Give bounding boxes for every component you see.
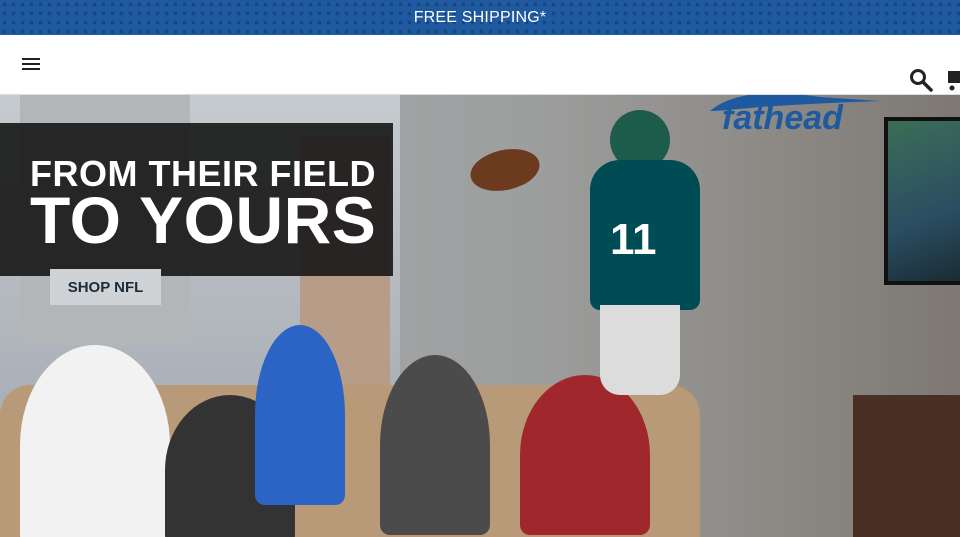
cabinet	[853, 395, 960, 537]
site-header	[0, 35, 960, 95]
cart-icon[interactable]	[946, 68, 960, 92]
search-icon[interactable]	[909, 68, 933, 92]
player-decal: 11	[560, 105, 730, 525]
headline-line2: TO YOURS	[30, 183, 377, 257]
jersey-number: 11	[610, 215, 657, 264]
hamburger-menu-icon[interactable]	[22, 58, 40, 72]
promo-banner[interactable]: FREE SHIPPING*	[0, 0, 960, 35]
fan-figure	[255, 325, 345, 505]
hero-banner[interactable]: 11 fathead FROM THEIR FIELD TO YOURS SHO…	[0, 95, 960, 537]
fan-figure	[380, 355, 490, 535]
brand-name: fathead	[722, 99, 843, 137]
promo-text[interactable]: FREE SHIPPING*	[414, 9, 547, 27]
fan-figure	[20, 345, 170, 537]
football	[466, 143, 544, 197]
hero-headline-panel: FROM THEIR FIELD TO YOURS	[0, 123, 393, 276]
fathead-logo[interactable]: fathead	[700, 95, 900, 145]
shop-nfl-button[interactable]: SHOP NFL	[50, 269, 161, 305]
